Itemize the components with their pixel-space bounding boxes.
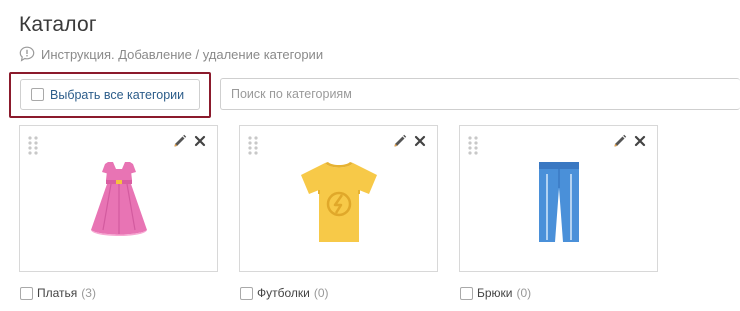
help-link[interactable]: Инструкция. Добавление / удаление катего…: [19, 46, 323, 62]
drag-handle-icon[interactable]: [467, 135, 479, 155]
help-text: Инструкция. Добавление / удаление катего…: [41, 46, 324, 62]
category-name: Футболки: [257, 286, 310, 300]
close-icon[interactable]: [193, 134, 207, 148]
category-checkbox[interactable]: [460, 286, 473, 300]
select-all-button[interactable]: Выбрать все категории: [20, 79, 200, 110]
pencil-icon[interactable]: [393, 134, 407, 148]
select-all-checkbox[interactable]: [31, 88, 44, 101]
tshirt-image: [300, 162, 377, 242]
category-search-input[interactable]: [220, 78, 740, 110]
category-name: Платья: [37, 286, 78, 300]
close-icon[interactable]: [633, 134, 647, 148]
category-checkbox[interactable]: [20, 286, 33, 300]
drag-handle-icon[interactable]: [247, 135, 259, 155]
drag-handle-icon[interactable]: [27, 135, 39, 155]
category-caption[interactable]: Платья (3): [20, 286, 96, 300]
category-card[interactable]: [459, 125, 658, 272]
page-title: Каталог: [19, 13, 97, 36]
close-icon[interactable]: [413, 134, 427, 148]
category-caption[interactable]: Футболки (0): [240, 286, 329, 300]
category-card[interactable]: [19, 125, 218, 272]
category-count: (3): [81, 286, 96, 300]
pants-image: [538, 162, 579, 242]
category-card[interactable]: [239, 125, 438, 272]
pencil-icon[interactable]: [613, 134, 627, 148]
info-bubble-icon: [19, 46, 35, 62]
category-checkbox[interactable]: [240, 286, 253, 300]
dress-image: [90, 162, 147, 236]
category-count: (0): [313, 286, 329, 300]
category-count: (0): [516, 286, 532, 300]
pencil-icon[interactable]: [173, 134, 187, 148]
category-name: Брюки: [477, 286, 513, 300]
select-all-label: Выбрать все категории: [50, 87, 185, 102]
category-caption[interactable]: Брюки (0): [460, 286, 531, 300]
